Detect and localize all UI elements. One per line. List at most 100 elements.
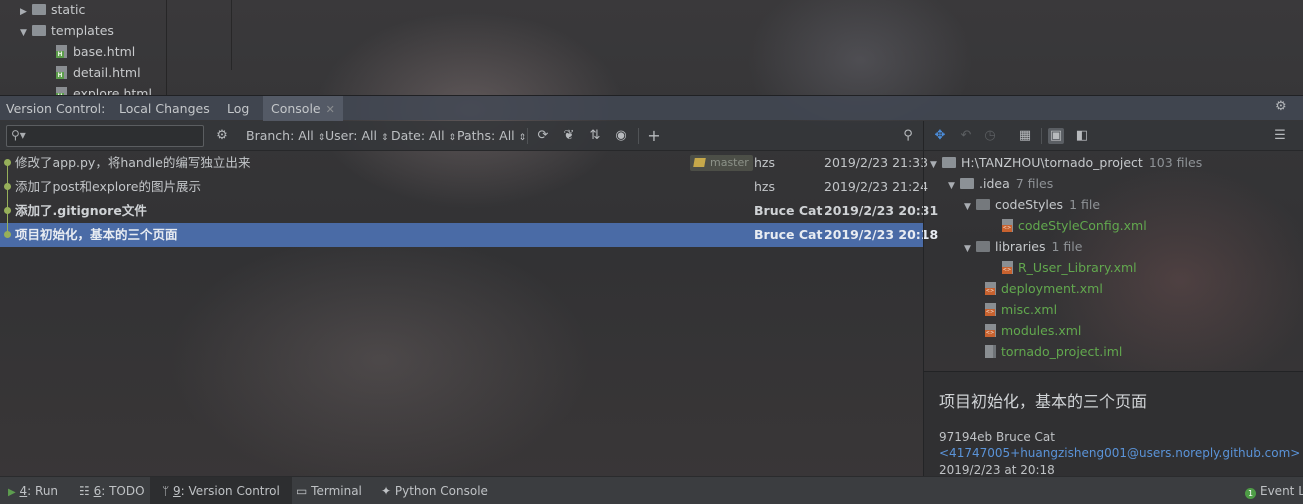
branch-icon: ᛘ [162,484,170,498]
toolbar-separator [1041,128,1042,144]
event-log-tool-button[interactable]: 1Event Lo [1245,477,1303,504]
event-log-icon: 1 [1245,488,1256,499]
changed-files-tree: ▼ H:\TANZHOU\tornado_project 103 files ▼ .i… [923,151,1303,371]
run-icon: ▶ [8,487,16,498]
chevron-down-icon[interactable]: ▼ [948,176,960,197]
commit-date: 2019/2/23 at 20:18 [939,463,1055,477]
search-input[interactable] [35,128,195,144]
commit-email-link[interactable]: <41747005+huangzisheng001@users.noreply.… [939,446,1300,460]
history-icon[interactable]: ◷ [982,128,998,144]
terminal-icon: ▭ [296,484,308,498]
sort-arrows-icon: ⇕ [518,133,527,143]
tree-root[interactable]: ▼ H:\TANZHOU\tornado_project 103 files [930,152,1202,173]
tool-window-title: Version Control: [6,101,106,116]
python-icon: ✦ [381,484,392,498]
group-by-icon[interactable]: ▦ [1017,128,1033,144]
expand-all-icon[interactable]: ☰ [1272,128,1288,144]
html-file-icon [56,45,67,58]
todo-tool-button[interactable]: ☷ 6: TODO [79,477,145,504]
xml-file-icon [985,282,996,295]
tab-console[interactable]: Console ✕ [263,96,343,121]
toolbar-separator [527,128,528,144]
xml-file-icon [1002,219,1013,232]
search-icon[interactable]: ⚲▾ [11,128,26,142]
gear-icon[interactable]: ⚙ [214,128,230,144]
toolbar-separator [638,128,639,144]
folder-icon [32,25,46,36]
graph-node [4,231,11,238]
tree-item-base-html[interactable]: base.html [56,41,135,62]
tree-item-idea[interactable]: ▼ .idea 7 files [948,173,1053,194]
gear-icon[interactable]: ⚙ [1275,100,1289,114]
commit-row[interactable]: 修改了app.py，将handle的编写独立出来 master hzs 2019… [0,151,928,175]
iml-file-icon [985,345,996,358]
html-file-icon [56,66,67,79]
branch-filter[interactable]: Branch: All ⇕ [246,121,325,151]
changes-toolbar: ✥ ↶ ◷ ▦ ▣ ◧ ☰ [923,121,1303,151]
commit-row-selected[interactable]: 项目初始化，基本的三个页面 Bruce Cat 2019/2/23 20:18 [0,223,938,247]
file-deployment[interactable]: deployment.xml [985,278,1103,299]
xml-file-icon [985,303,996,316]
folder-icon [32,4,46,15]
folder-icon [960,178,974,189]
commit-list: 修改了app.py，将handle的编写独立出来 master hzs 2019… [0,151,938,476]
tree-item-detail-html[interactable]: detail.html [56,62,141,83]
commit-row[interactable]: 添加了.gitignore文件 Bruce Cat 2019/2/23 20:3… [0,199,938,223]
sort-arrows-icon: ⇕ [380,133,389,143]
commit-hash-author: 97194eb Bruce Cat [939,430,1055,444]
refresh-icon[interactable]: ⟳ [535,128,551,144]
date-filter[interactable]: Date: All ⇕ [391,121,456,151]
folder-icon [976,241,990,252]
commit-details: 项目初始化，基本的三个页面 97194eb Bruce Cat <4174700… [923,371,1303,477]
tree-item-libraries[interactable]: ▼ libraries 1 file [964,236,1082,257]
file-modules[interactable]: modules.xml [985,320,1081,341]
user-filter[interactable]: User: All ⇕ [325,121,388,151]
file-misc[interactable]: misc.xml [985,299,1057,320]
terminal-tool-button[interactable]: ▭ Terminal [296,477,362,504]
folder-icon [942,157,956,168]
chevron-down-icon[interactable]: ▼ [964,239,976,260]
version-control-header: Version Control: Local Changes Log Conso… [0,95,1303,121]
layout-right-icon[interactable]: ◧ [1074,128,1090,144]
tab-local-changes[interactable]: Local Changes [119,96,210,121]
tool-window-bar: ▶ 4: Run ☷ 6: TODO ᛘ 9: Version Control … [0,476,1303,504]
file-r-user-library[interactable]: R_User_Library.xml [1002,257,1137,278]
collapse-linear-icon[interactable]: ⇅ [587,128,603,144]
chevron-down-icon[interactable]: ▼ [930,155,942,176]
close-icon[interactable]: ✕ [326,103,335,116]
graph-node [4,207,11,214]
tree-item-templates[interactable]: ▼ templates [20,20,114,41]
xml-file-icon [1002,261,1013,274]
show-diff-icon[interactable]: ✥ [932,128,948,144]
log-toolbar: ⚲▾ ⚙ Branch: All ⇕ User: All ⇕ Date: All… [0,121,923,151]
graph-node [4,159,11,166]
commit-email-line: <41747005+huangzisheng001@users.noreply.… [939,446,1303,460]
branch-tag: master [690,155,753,171]
xml-file-icon [985,324,996,337]
tree-item-codestyles[interactable]: ▼ codeStyles 1 file [964,194,1100,215]
search-box[interactable]: ⚲▾ [6,125,204,147]
eye-icon[interactable]: ◉ [613,128,629,144]
layout-bottom-icon[interactable]: ▣ [1048,128,1064,144]
project-tree: ▶static ▼templates base.html detail.html… [0,0,167,96]
run-tool-button[interactable]: ▶ 4: Run [8,477,58,504]
commit-title: 项目初始化，基本的三个页面 [939,392,1148,411]
file-codestyleconfig[interactable]: codeStyleConfig.xml [1002,215,1147,236]
project-tree-divider [167,0,232,70]
revert-icon[interactable]: ↶ [958,128,974,144]
python-console-tool-button[interactable]: ✦ Python Console [381,477,488,504]
graph-node [4,183,11,190]
cherry-pick-icon[interactable]: ❦ [561,128,577,144]
folder-icon [976,199,990,210]
tree-item-static[interactable]: ▶ static [20,0,85,20]
chevron-down-icon[interactable]: ▼ [20,23,32,44]
sort-arrows-icon: ⇕ [448,133,457,143]
version-control-tool-button[interactable]: ᛘ 9: Version Control [150,477,292,504]
tab-log[interactable]: Log [227,96,249,121]
add-icon[interactable]: + [646,128,662,144]
file-tornado-project-iml[interactable]: tornado_project.iml [985,341,1122,362]
paths-filter[interactable]: Paths: All ⇕ [457,121,526,151]
search-icon[interactable]: ⚲ [900,128,916,144]
chevron-down-icon[interactable]: ▼ [964,197,976,218]
commit-row[interactable]: 添加了post和explore的图片展示 hzs 2019/2/23 21:24 [0,175,928,199]
